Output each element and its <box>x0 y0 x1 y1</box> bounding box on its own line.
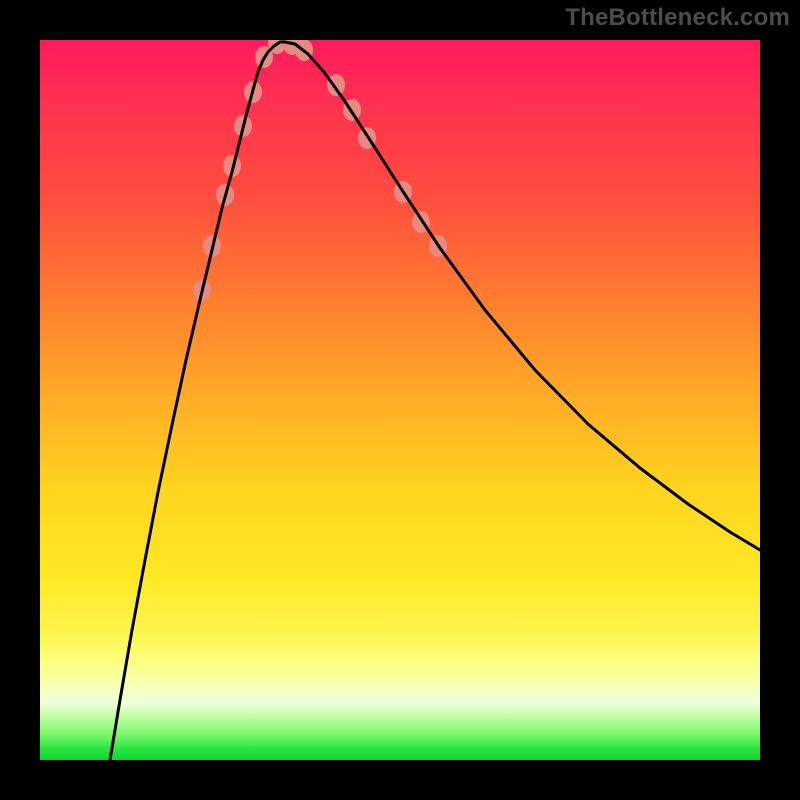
chart-svg <box>40 40 760 760</box>
watermark-text: TheBottleneck.com <box>565 4 790 32</box>
chart-frame: TheBottleneck.com <box>0 0 800 800</box>
series-right-curve <box>285 42 760 550</box>
curve-layer <box>110 42 760 760</box>
series-left-curve <box>110 42 285 760</box>
plot-area <box>40 40 760 760</box>
marker-dot <box>327 74 345 96</box>
